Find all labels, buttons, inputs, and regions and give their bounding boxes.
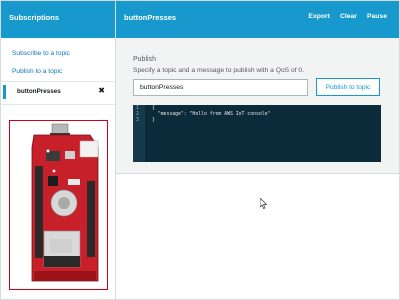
code-line: "message": "Hello from AWS IoT console" xyxy=(152,112,271,117)
subscribe-to-topic-link[interactable]: Subscribe to a topic xyxy=(12,50,70,57)
pause-button[interactable]: Pause xyxy=(367,13,387,20)
active-indicator xyxy=(3,85,6,99)
sidebar-divider xyxy=(1,104,115,105)
publish-section: Publish Specify a topic and a message to… xyxy=(116,38,399,174)
subscriptions-title: Subscriptions xyxy=(9,13,60,22)
code-line: { xyxy=(152,106,155,111)
messages-area xyxy=(116,175,399,299)
app-window: Subscriptions buttonPresses Export Clear… xyxy=(0,0,400,300)
topic-header: buttonPresses Export Clear Pause xyxy=(116,1,399,38)
publish-title: Publish xyxy=(133,56,156,63)
topic-input[interactable] xyxy=(133,79,308,96)
topic-header-title: buttonPresses xyxy=(124,13,177,22)
close-icon[interactable]: ✖ xyxy=(98,86,105,95)
line-number: 3 xyxy=(136,118,139,123)
sidebar-divider xyxy=(1,81,115,82)
device-image xyxy=(9,120,108,290)
mouse-cursor-icon xyxy=(260,198,268,209)
sidebar: Subscribe to a topic Publish to a topic … xyxy=(1,38,116,299)
header-actions: Export Clear Pause xyxy=(308,13,387,20)
main-panel: Publish Specify a topic and a message to… xyxy=(116,38,399,299)
publish-to-topic-link[interactable]: Publish to a topic xyxy=(12,68,62,75)
line-number: 2 xyxy=(136,112,139,117)
subscriptions-header: Subscriptions xyxy=(1,1,116,38)
publish-to-topic-button[interactable]: Publish to topic xyxy=(316,78,380,96)
editor-gutter xyxy=(133,105,145,162)
line-number: 1 xyxy=(136,106,139,111)
message-editor[interactable]: 1 { 2 "message": "Hello from AWS IoT con… xyxy=(133,105,381,162)
publish-description: Specify a topic and a message to publish… xyxy=(133,67,305,74)
circuit-board-image xyxy=(10,121,107,289)
clear-button[interactable]: Clear xyxy=(340,13,357,20)
export-button[interactable]: Export xyxy=(308,13,330,20)
subscription-topic-label: buttonPresses xyxy=(17,88,61,95)
code-line: } xyxy=(152,118,155,123)
sidebar-item-buttonpresses[interactable]: buttonPresses ✖ xyxy=(1,85,115,99)
